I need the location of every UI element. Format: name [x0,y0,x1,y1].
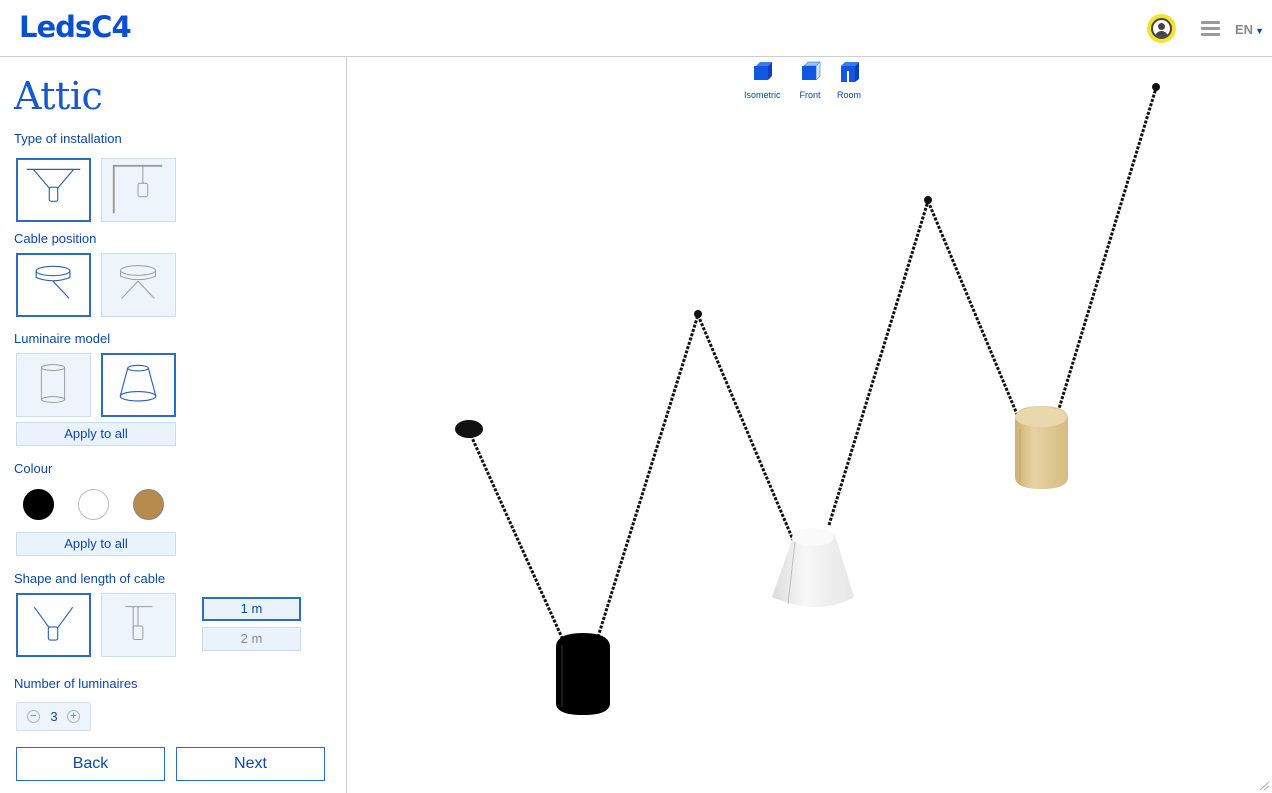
colour-swatch-white[interactable] [78,489,109,520]
brand-logo[interactable]: LedsC4 [19,10,132,44]
ceiling-pendant-icon [26,168,81,202]
front-cube-icon [802,61,821,81]
installation-option-ceiling[interactable] [16,158,91,222]
increment-button[interactable]: + [67,710,80,723]
single-cable-icon [35,265,71,299]
colour-swatch-black[interactable] [23,489,54,520]
view-room-button[interactable]: Room [837,61,861,100]
v-cable-icon [33,606,74,641]
ceiling-anchor-2 [694,310,702,318]
back-button[interactable]: Back [16,747,165,781]
ceiling-anchor-4 [1152,83,1160,91]
straight-cable-icon [125,606,153,641]
view-front-button[interactable]: Front [799,61,821,100]
model-option-cone[interactable] [101,353,176,417]
cable-position-option-single[interactable] [16,253,91,317]
luminaire-count-stepper: − 3 + [16,702,91,731]
hamburger-menu-icon[interactable] [1201,21,1220,37]
luminaire-black-cylinder [556,633,610,715]
cylinder-lamp-icon [40,364,66,403]
installation-option-bracket[interactable] [101,158,176,222]
colour-apply-all-button[interactable]: Apply to all [16,532,176,556]
view-isometric-label: Isometric [744,90,781,100]
ceiling-anchors [455,83,1160,438]
caret-down-icon: ▼ [1255,26,1264,36]
page-title: Attic [14,74,103,118]
cable-shape-option-v[interactable] [16,593,91,657]
isometric-cube-icon [754,62,773,80]
3d-viewport[interactable]: Isometric Front Room [348,57,1272,793]
view-room-label: Room [837,90,862,100]
ceiling-anchor-3 [924,196,932,204]
luminaire-count-value: 3 [50,709,58,724]
colour-label: Colour [14,461,53,476]
model-apply-all-button[interactable]: Apply to all [16,422,176,446]
installation-label: Type of installation [14,131,122,146]
colour-swatch-gold[interactable] [133,489,164,520]
language-label: EN [1235,22,1254,37]
ceiling-canopy-1 [455,420,483,438]
decrement-button[interactable]: − [27,710,40,723]
luminaire-gold-cylinder [1015,406,1068,489]
configurator-sidebar: Attic Type of installation Cable positio… [0,57,347,793]
next-button[interactable]: Next [176,747,325,781]
double-cable-icon [120,265,156,299]
cable-length-1m-button[interactable]: 1 m [202,597,301,621]
cone-lamp-icon [119,364,157,402]
cable-position-option-double[interactable] [101,253,176,317]
resize-grip-icon[interactable] [1259,781,1270,791]
model-label: Luminaire model [14,331,111,346]
user-avatar [1151,18,1172,39]
cable-position-label: Cable position [14,231,97,246]
cable-length-2m-button[interactable]: 2 m [202,627,301,651]
view-front-label: Front [799,90,821,100]
user-account-icon[interactable] [1147,14,1176,43]
count-label: Number of luminaires [14,676,138,691]
view-isometric-button[interactable]: Isometric [744,61,781,100]
wall-bracket-icon [112,164,163,214]
luminaire-scene [455,83,1160,715]
cable-shape-option-straight[interactable] [101,593,176,657]
language-selector[interactable]: EN ▼ [1235,22,1264,37]
app-header: LedsC4 EN ▼ [0,0,1272,57]
room-cube-icon [841,62,859,82]
luminaire-white-cone [772,528,854,607]
model-option-cylinder[interactable] [16,353,91,417]
cable-shape-label: Shape and length of cable [14,571,166,586]
